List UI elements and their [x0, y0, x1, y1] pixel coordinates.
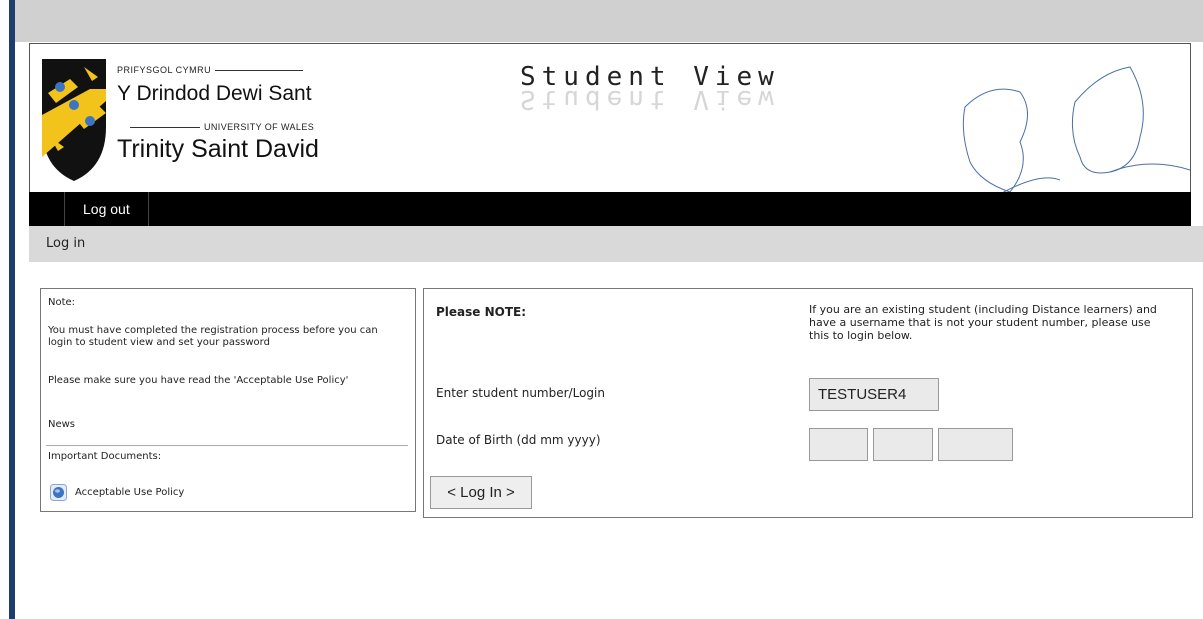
- registration-note: You must have completed the registration…: [48, 325, 378, 348]
- logout-link[interactable]: Log out: [64, 192, 149, 226]
- login-panel: Please NOTE: If you are an existing stud…: [423, 288, 1193, 518]
- leaves-decoration: [962, 66, 1190, 194]
- news-label: News: [48, 419, 76, 430]
- breadcrumb-bar: Log in: [29, 226, 1203, 262]
- university-crest-logo: [42, 59, 106, 181]
- university-of-wales-label: UNIVERSITY OF WALES: [130, 122, 314, 132]
- globe-icon: [50, 484, 67, 501]
- acceptable-use-policy-label[interactable]: Acceptable Use Policy: [75, 487, 184, 498]
- login-button[interactable]: < Log In >: [430, 476, 532, 509]
- page-title-reflection: Student View: [520, 84, 780, 114]
- university-name-small: PRIFYSGOL CYMRU: [117, 65, 304, 75]
- documents-label: Important Documents:: [48, 451, 162, 462]
- nav-bar: Log out: [29, 192, 1191, 226]
- policy-note: Please make sure you have read the 'Acce…: [48, 375, 349, 386]
- header: PRIFYSGOL CYMRU Y Drindod Dewi Sant UNIV…: [29, 43, 1191, 195]
- page-title: Student View Student View: [520, 62, 780, 114]
- university-name-welsh: Y Drindod Dewi Sant: [117, 82, 312, 105]
- university-name-english: Trinity Saint David: [117, 135, 319, 163]
- page: PRIFYSGOL CYMRU Y Drindod Dewi Sant UNIV…: [15, 42, 1203, 619]
- breadcrumb: Log in: [46, 236, 86, 251]
- dob-year-input[interactable]: [938, 428, 1013, 461]
- note-panel: Note: You must have completed the regist…: [40, 288, 416, 512]
- dob-month-input[interactable]: [873, 428, 933, 461]
- dob-day-input[interactable]: [809, 428, 868, 461]
- dob-label: Date of Birth (dd mm yyyy): [436, 433, 601, 447]
- divider: [46, 445, 408, 446]
- student-number-input[interactable]: [809, 378, 939, 411]
- login-note-heading: Please NOTE:: [436, 305, 527, 319]
- student-number-label: Enter student number/Login: [436, 386, 605, 400]
- note-heading: Note:: [48, 297, 76, 308]
- login-info-text: If you are an existing student (includin…: [809, 303, 1157, 342]
- top-band: [15, 0, 1203, 42]
- acceptable-use-policy-link[interactable]: Acceptable Use Policy: [50, 484, 184, 501]
